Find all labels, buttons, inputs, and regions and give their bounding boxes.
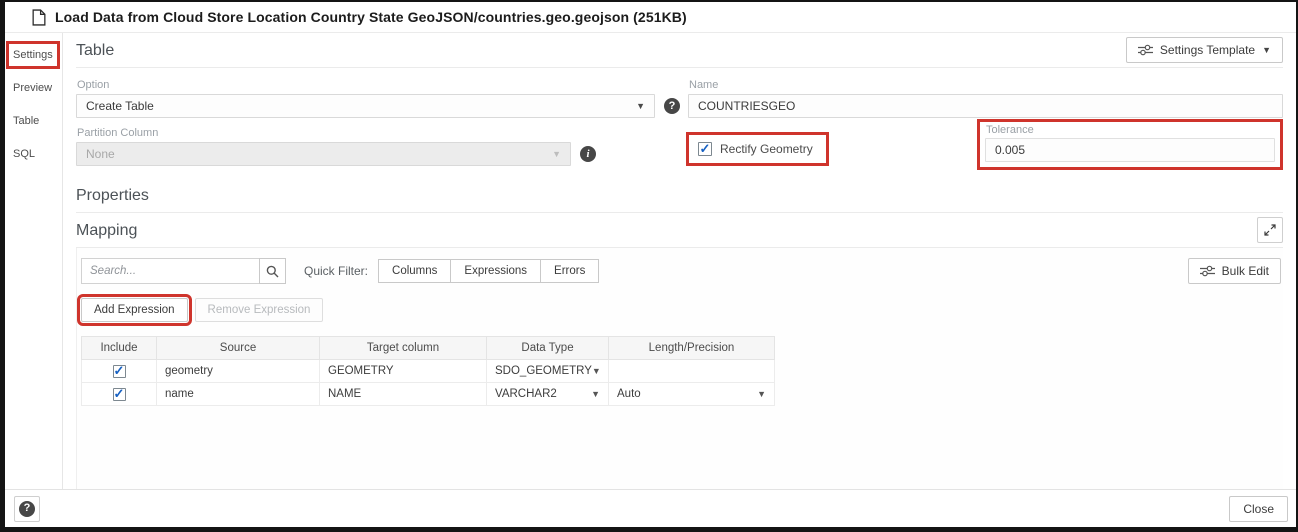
mapping-toolbar: Quick Filter: Columns Expressions Errors… <box>79 248 1283 290</box>
properties-section-header[interactable]: Properties <box>76 178 1283 213</box>
partition-column-value: None <box>86 147 115 161</box>
length-select[interactable]: Auto ▼ <box>609 383 775 406</box>
source-cell: geometry <box>157 360 320 383</box>
target-cell[interactable]: GEOMETRY <box>320 360 487 383</box>
option-label: Option <box>77 79 680 91</box>
quick-filter-label: Quick Filter: <box>304 264 368 278</box>
filter-columns-button[interactable]: Columns <box>378 259 451 283</box>
mapping-grid: Include Source Target column Data Type L… <box>81 336 775 406</box>
option-select[interactable]: Create Table ▼ <box>76 94 655 118</box>
load-data-dialog: Load Data from Cloud Store Location Coun… <box>0 0 1298 532</box>
sliders-icon <box>1138 44 1153 56</box>
table-row: ✓ geometry GEOMETRY SDO_GEOMETRY▼ <box>82 360 775 383</box>
info-icon[interactable]: i <box>580 146 596 162</box>
bulk-edit-label: Bulk Edit <box>1222 264 1269 278</box>
document-icon <box>32 9 46 26</box>
settings-template-label: Settings Template <box>1160 43 1255 57</box>
table-row: ✓ name NAME VARCHAR2 ▼ Auto ▼ <box>82 383 775 406</box>
partition-column-select: None ▼ <box>76 142 571 166</box>
tolerance-label: Tolerance <box>986 124 1275 136</box>
search-icon <box>266 265 279 278</box>
search-input[interactable] <box>81 258 259 284</box>
properties-section-title: Properties <box>76 178 149 212</box>
datatype-value: VARCHAR2 <box>495 388 557 400</box>
rectify-geometry-field: ✓ Rectify Geometry <box>690 136 825 162</box>
chevron-down-icon: ▼ <box>757 389 766 399</box>
datatype-select[interactable]: VARCHAR2 ▼ <box>487 383 609 406</box>
tolerance-field: Tolerance 0.005 <box>977 119 1283 170</box>
expand-icon <box>1264 224 1276 236</box>
column-header-target: Target column <box>320 337 487 360</box>
datatype-value: SDO_GEOMETRY <box>495 365 592 377</box>
table-section-header: Table Settings Template ▼ <box>76 33 1283 68</box>
mapping-panel: Quick Filter: Columns Expressions Errors… <box>76 248 1283 489</box>
chevron-down-icon: ▼ <box>592 366 601 376</box>
check-icon: ✓ <box>114 364 125 377</box>
name-label: Name <box>689 79 1283 91</box>
settings-template-button[interactable]: Settings Template ▼ <box>1126 37 1283 63</box>
partition-column-label: Partition Column <box>77 127 680 139</box>
table-settings-form: Option Create Table ▼ ? Partition Column <box>76 68 1283 170</box>
table-name-value: COUNTRIESGEO <box>698 99 795 113</box>
expand-button[interactable] <box>1257 217 1283 243</box>
column-header-include: Include <box>82 337 157 360</box>
option-select-value: Create Table <box>86 99 154 113</box>
check-icon: ✓ <box>700 142 711 155</box>
length-cell <box>609 360 775 383</box>
sliders-icon <box>1200 265 1215 277</box>
close-button[interactable]: Close <box>1229 496 1288 522</box>
column-header-datatype: Data Type <box>487 337 609 360</box>
include-checkbox[interactable]: ✓ <box>113 388 126 401</box>
tolerance-input[interactable]: 0.005 <box>985 138 1275 162</box>
rectify-geometry-checkbox[interactable]: ✓ <box>698 142 712 156</box>
source-cell: name <box>157 383 320 406</box>
sidebar-item-table[interactable]: Table <box>10 111 42 131</box>
check-icon: ✓ <box>114 387 125 400</box>
column-header-source: Source <box>157 337 320 360</box>
remove-expression-button: Remove Expression <box>195 298 324 322</box>
table-section-title: Table <box>76 33 114 67</box>
sidebar-item-sql[interactable]: SQL <box>10 144 38 164</box>
expression-actions: Add Expression Remove Expression <box>79 290 1283 326</box>
help-icon[interactable]: ? <box>664 98 680 114</box>
dialog-title: Load Data from Cloud Store Location Coun… <box>55 9 687 25</box>
chevron-down-icon: ▼ <box>591 389 600 399</box>
datatype-select[interactable]: SDO_GEOMETRY▼ <box>487 360 609 383</box>
help-button[interactable]: ? <box>14 496 40 522</box>
chevron-down-icon: ▼ <box>552 149 561 159</box>
search-button[interactable] <box>259 258 286 284</box>
rectify-geometry-label: Rectify Geometry <box>720 142 813 156</box>
chevron-down-icon: ▼ <box>1262 45 1271 55</box>
mapping-section-header: Mapping <box>76 213 1283 248</box>
dialog-title-bar: Load Data from Cloud Store Location Coun… <box>5 2 1296 33</box>
grid-header-row: Include Source Target column Data Type L… <box>82 337 775 360</box>
wizard-sidebar: Settings Preview Table SQL <box>5 33 63 489</box>
include-checkbox[interactable]: ✓ <box>113 365 126 378</box>
table-name-input[interactable]: COUNTRIESGEO <box>688 94 1283 118</box>
quick-filter-group: Columns Expressions Errors <box>378 259 599 283</box>
filter-errors-button[interactable]: Errors <box>540 259 599 283</box>
dialog-footer: ? Close <box>5 489 1296 527</box>
mapping-section-title: Mapping <box>76 213 137 247</box>
target-cell[interactable]: NAME <box>320 383 487 406</box>
sidebar-item-settings[interactable]: Settings <box>10 45 56 65</box>
add-expression-button[interactable]: Add Expression <box>81 298 188 322</box>
sidebar-item-preview[interactable]: Preview <box>10 78 55 98</box>
help-icon: ? <box>19 501 35 517</box>
chevron-down-icon: ▼ <box>636 101 645 111</box>
bulk-edit-button[interactable]: Bulk Edit <box>1188 258 1281 284</box>
tolerance-value: 0.005 <box>995 143 1025 157</box>
column-header-length: Length/Precision <box>609 337 775 360</box>
filter-expressions-button[interactable]: Expressions <box>450 259 541 283</box>
length-value: Auto <box>617 388 641 400</box>
